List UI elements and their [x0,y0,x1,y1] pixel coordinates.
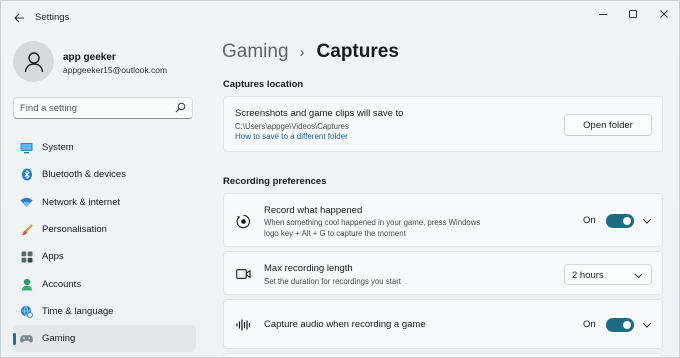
back-arrow-icon [13,13,24,23]
sidebar-item-bluetooth[interactable]: Bluetooth & devices [13,161,196,188]
max-recording-length-select[interactable]: 2 hours [564,264,652,285]
sidebar-item-label: System [42,142,74,154]
section-title-captures-location: Captures location [223,79,304,90]
chevron-down-icon[interactable] [641,215,653,227]
record-what-happened-card[interactable]: Record what happened When something cool… [223,193,663,247]
record-what-happened-title: Record what happened [264,205,363,216]
user-email: appgeeker15@outlook.com [63,65,168,75]
sidebar-item-time-language[interactable]: Time & language [13,298,196,325]
page-title: Captures [316,41,399,62]
sidebar-item-apps[interactable]: Apps [13,243,196,270]
max-recording-length-title: Max recording length [264,263,353,274]
brush-icon [20,223,33,236]
sidebar-item-label: Bluetooth & devices [42,169,126,181]
wifi-icon [20,196,33,209]
apps-icon [20,250,33,263]
minimize-button[interactable] [589,5,617,23]
record-what-happened-description-1: When something cool happened in your gam… [264,218,481,227]
captures-location-card: Screenshots and game clips will save to … [223,96,663,152]
capture-audio-toggle[interactable] [606,318,634,332]
captures-folder-path: C:\Users\appge\Videos\Captures [235,122,349,131]
toggle-knob [623,321,631,329]
sidebar-item-accounts[interactable]: Accounts [13,270,196,297]
maximize-icon [629,10,637,18]
sidebar-item-label: Gaming [42,333,76,345]
chevron-down-icon[interactable] [641,319,653,331]
capture-audio-state: On [583,319,596,330]
sidebar-item-label: Time & language [42,305,114,317]
title-bar: Settings [1,1,679,35]
breadcrumb: Gaming › Captures [222,41,399,63]
back-button[interactable] [9,9,29,27]
sidebar-item-network[interactable]: Network & internet [13,189,196,216]
search-icon[interactable] [175,102,186,113]
account-icon [20,278,33,291]
bluetooth-icon [20,168,33,181]
breadcrumb-parent[interactable]: Gaming [222,41,289,63]
record-what-happened-description-2: logo key + Alt + G to capture the moment [264,229,406,238]
maximize-button[interactable] [619,5,647,23]
breadcrumb-separator: › [299,44,305,61]
next-setting-card [223,353,663,357]
user-name: app geeker [63,52,116,63]
record-icon [235,213,251,229]
close-icon [660,10,668,18]
video-camera-icon [235,266,251,282]
sidebar-nav: System Bluetooth & devices Network & int… [13,134,196,353]
capture-audio-title: Capture audio when recording a game [264,319,426,330]
settings-window: Settings app geeker appgeeker15@outlook.… [0,0,680,358]
record-what-happened-toggle[interactable] [606,214,634,228]
audio-waveform-icon [235,317,251,333]
search-box[interactable] [13,97,193,119]
monitor-icon [20,141,33,154]
save-location-help-link[interactable]: How to save to a different folder [235,132,348,141]
user-icon [24,51,43,72]
open-folder-button[interactable]: Open folder [564,114,652,136]
toggle-knob [623,217,631,225]
app-title: Settings [35,12,70,23]
sidebar-item-system[interactable]: System [13,134,196,161]
sidebar-item-label: Accounts [42,278,82,290]
chevron-down-icon [634,271,643,282]
sidebar-item-personalisation[interactable]: Personalisation [13,216,196,243]
captures-location-title: Screenshots and game clips will save to [235,108,404,119]
minimize-icon [599,14,607,15]
max-recording-length-value: 2 hours [572,270,604,281]
max-recording-length-card: Max recording length Set the duration fo… [223,251,663,295]
sidebar-item-label: Network & internet [42,196,121,208]
max-recording-length-description: Set the duration for recordings you star… [264,277,401,286]
record-what-happened-state: On [583,215,596,226]
avatar[interactable] [13,41,54,82]
sidebar-item-label: Personalisation [42,224,107,236]
sidebar-item-gaming[interactable]: Gaming [13,325,196,353]
close-button[interactable] [650,5,678,23]
capture-audio-card[interactable]: Capture audio when recording a game On [223,299,663,349]
sidebar-item-label: Apps [42,251,64,263]
section-title-recording-preferences: Recording preferences [223,176,327,187]
search-input[interactable] [20,101,170,116]
globe-clock-icon [20,305,33,318]
gamepad-icon [20,332,33,345]
